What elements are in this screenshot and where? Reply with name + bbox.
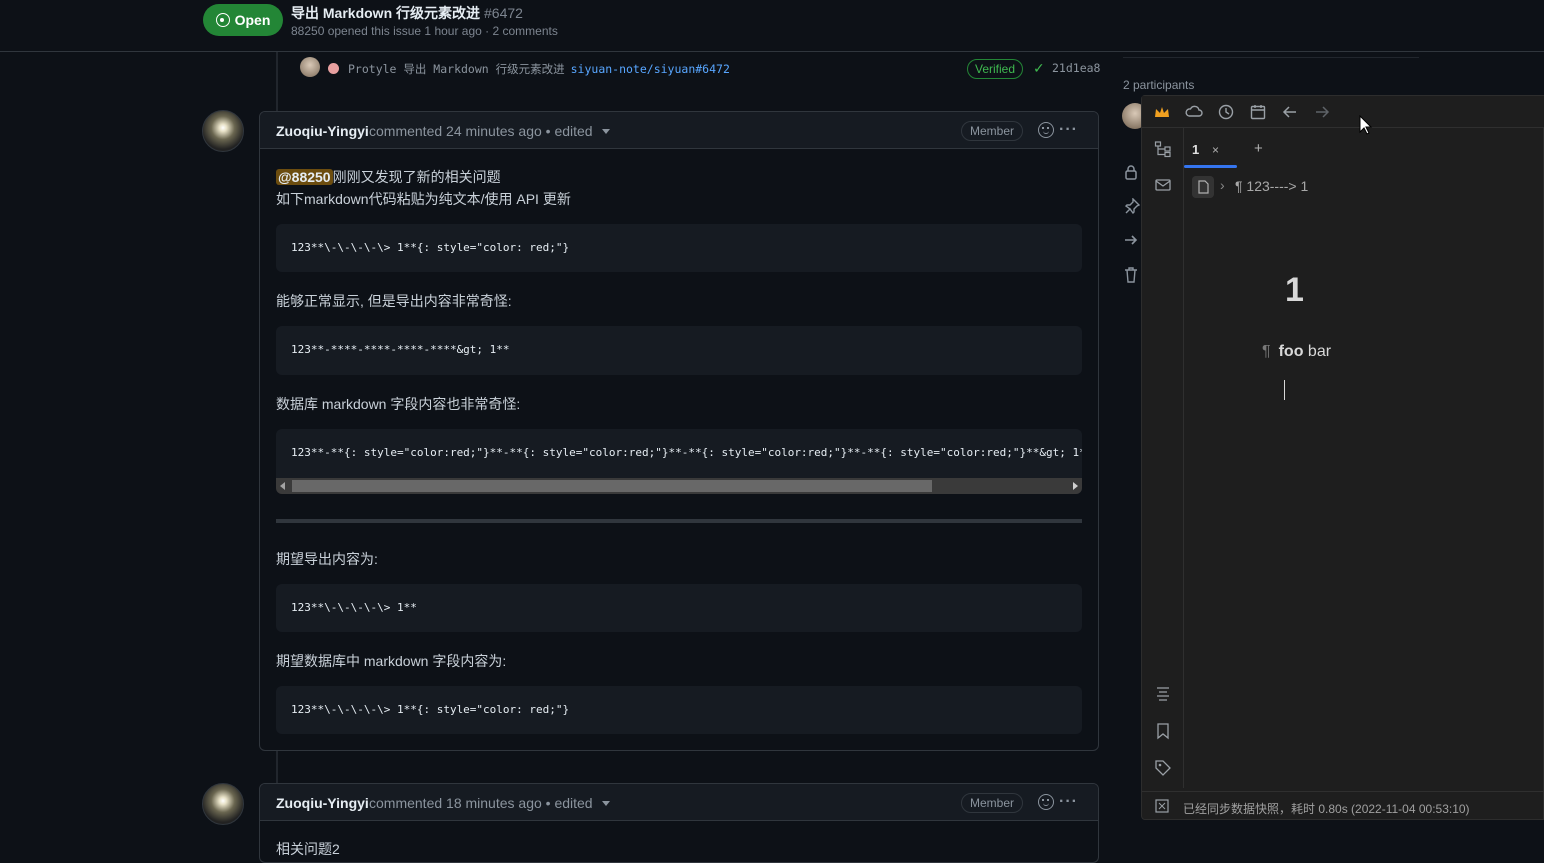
commit-message[interactable]: Protyle 导出 Markdown 行级元素改进 siyuan-note/si… (348, 61, 730, 77)
paragraph-text[interactable]: bar (1303, 343, 1331, 360)
more-options-icon[interactable]: ··· (1059, 121, 1078, 139)
check-icon: ✓ (1033, 60, 1045, 76)
editor-paragraph[interactable]: ¶ foo bar (1262, 343, 1331, 361)
code-block: 123**\-\-\-\-\> 1** (276, 584, 1082, 632)
issue-meta: 88250 opened this issue 1 hour ago · 2 c… (291, 24, 558, 38)
code-block: 123**-****-****-****-****&gt; 1** (276, 326, 1082, 375)
code-text: 123**-****-****-****-****&gt; 1** (291, 343, 510, 356)
issue-header: Open 导出 Markdown 行级元素改进 #6472 88250 opene… (0, 0, 1544, 52)
add-reaction-smiley-icon[interactable] (1038, 794, 1054, 810)
active-tab-indicator (1184, 165, 1237, 168)
open-status-badge: Open (203, 4, 283, 36)
scroll-left-arrow-icon[interactable] (280, 482, 285, 490)
edit-history-caret-icon[interactable] (602, 129, 610, 134)
member-badge: Member (960, 121, 1023, 141)
issue-title: 导出 Markdown 行级元素改进 #6472 (291, 3, 523, 23)
mouse-pointer-icon (1359, 115, 1373, 135)
chevron-right-icon: › (1220, 177, 1225, 193)
trash-icon[interactable] (1124, 267, 1138, 283)
comment-paragraph: 数据库 markdown 字段内容也非常奇怪: (276, 396, 521, 412)
tag-icon[interactable] (1154, 759, 1172, 777)
comment-timestamp[interactable]: commented 18 minutes ago • edited (369, 795, 593, 811)
calendar-icon[interactable] (1249, 103, 1267, 121)
comment-timestamp[interactable]: commented 24 minutes ago • edited (369, 123, 593, 139)
sync-status-text: 已经同步数据快照，耗时 0.80s (2022-11-04 00:53:10) (1183, 802, 1470, 816)
more-options-icon[interactable]: ··· (1059, 793, 1078, 811)
issue-title-text: 导出 Markdown 行级元素改进 (291, 5, 481, 21)
issue-number: #6472 (484, 5, 523, 21)
code-text: 123**-**{: style="color:red;"}**-**{: st… (291, 446, 1082, 459)
comment-card: Zuoqiu-Yingyi commented 24 minutes ago •… (259, 111, 1099, 751)
code-text: 123**\-\-\-\-\> 1**{: style="color: red;… (291, 241, 570, 254)
issue-open-icon (215, 13, 230, 27)
horizontal-rule (276, 519, 1082, 523)
participants-label: 2 participants (1123, 78, 1195, 92)
siyuan-left-dock (1142, 128, 1184, 788)
comment-paragraph: 期望数据库中 markdown 字段内容为: (276, 653, 507, 669)
code-text: 123**\-\-\-\-\> 1** (291, 601, 417, 614)
commit-sha-link[interactable]: 21d1ea8 (1052, 61, 1100, 75)
add-reaction-smiley-icon[interactable] (1038, 122, 1054, 138)
siyuan-statusbar: 已经同步数据快照，耗时 0.80s (2022-11-04 00:53:10) (1142, 791, 1544, 821)
siyuan-toolbar (1142, 96, 1544, 128)
commit-row: Protyle 导出 Markdown 行级元素改进 siyuan-note/si… (298, 56, 1100, 80)
tab-document-1[interactable]: 1 × (1184, 134, 1237, 168)
comment-line-2: 如下markdown代码粘贴为纯文本/使用 API 更新 (276, 191, 571, 207)
breadcrumb-item[interactable]: ¶ 123----> 1 (1235, 178, 1308, 194)
paragraph-pilcrow-icon[interactable]: ¶ (1262, 343, 1271, 360)
inbox-icon[interactable] (1154, 176, 1172, 194)
user-mention[interactable]: @88250 (276, 169, 333, 185)
siyuan-app-window: 1 × + › ¶ 123----> 1 1 ¶ foo bar 已经同步数据快照… (1141, 95, 1544, 820)
status-label: Open (234, 12, 271, 28)
verified-badge[interactable]: Verified (967, 59, 1024, 79)
pin-icon[interactable] (1124, 198, 1140, 214)
history-icon[interactable] (1217, 103, 1235, 121)
outline-tree-icon[interactable] (1154, 140, 1172, 158)
comment-header: Zuoqiu-Yingyi commented 18 minutes ago •… (260, 784, 1098, 821)
new-tab-button[interactable]: + (1254, 140, 1263, 157)
code-text: 123**\-\-\-\-\> 1**{: style="color: red;… (291, 703, 570, 716)
expand-icon[interactable] (1155, 799, 1169, 813)
crown-icon[interactable] (1153, 103, 1171, 121)
bookmark-icon[interactable] (1154, 722, 1172, 740)
forward-icon[interactable] (1313, 103, 1331, 121)
back-icon[interactable] (1281, 103, 1299, 121)
comment-paragraph: 相关问题2 (276, 841, 340, 857)
scroll-right-arrow-icon[interactable] (1073, 482, 1078, 490)
comment-paragraph: 能够正常显示, 但是导出内容非常奇怪: (276, 293, 512, 309)
comment-paragraph: 期望导出内容为: (276, 551, 378, 567)
comment-author-avatar[interactable] (202, 783, 244, 825)
document-title[interactable]: 1 (1285, 271, 1304, 310)
code-block: 123**\-\-\-\-\> 1**{: style="color: red;… (276, 224, 1082, 272)
comment-card: Zuoqiu-Yingyi commented 18 minutes ago •… (259, 783, 1099, 863)
code-block: 123**\-\-\-\-\> 1**{: style="color: red;… (276, 686, 1082, 734)
comment-header: Zuoqiu-Yingyi commented 24 minutes ago •… (260, 112, 1098, 149)
comment-author[interactable]: Zuoqiu-Yingyi (276, 795, 369, 811)
transfer-arrow-icon[interactable] (1124, 233, 1138, 247)
commit-author-avatar[interactable] (300, 57, 320, 77)
tab-label[interactable]: 1 (1192, 142, 1199, 157)
text-cursor (1284, 380, 1285, 400)
bold-text[interactable]: foo (1279, 343, 1304, 360)
cloud-icon[interactable] (1185, 103, 1203, 121)
palette-emoji-icon (328, 63, 339, 74)
tab-close-icon[interactable]: × (1212, 143, 1219, 157)
sidebar-divider (1123, 57, 1419, 58)
lock-icon[interactable] (1124, 164, 1138, 180)
commit-issue-link[interactable]: siyuan-note/siyuan#6472 (571, 62, 730, 76)
comment-author-avatar[interactable] (202, 110, 244, 152)
align-icon[interactable] (1154, 685, 1172, 703)
comment-author[interactable]: Zuoqiu-Yingyi (276, 123, 369, 139)
commit-message-text[interactable]: Protyle 导出 Markdown 行级元素改进 (348, 62, 565, 76)
scrollbar-thumb[interactable] (292, 480, 932, 492)
edit-history-caret-icon[interactable] (602, 801, 610, 806)
member-badge: Member (960, 793, 1023, 813)
code-block-scrollable: 123**-**{: style="color:red;"}**-**{: st… (276, 429, 1082, 494)
comment-line-1-text: 刚刚又发现了新的相关问题 (332, 169, 501, 185)
document-icon[interactable] (1192, 176, 1214, 198)
comment-line-1: @88250 刚刚又发现了新的相关问题 (276, 167, 501, 187)
horizontal-scrollbar[interactable] (276, 478, 1082, 494)
